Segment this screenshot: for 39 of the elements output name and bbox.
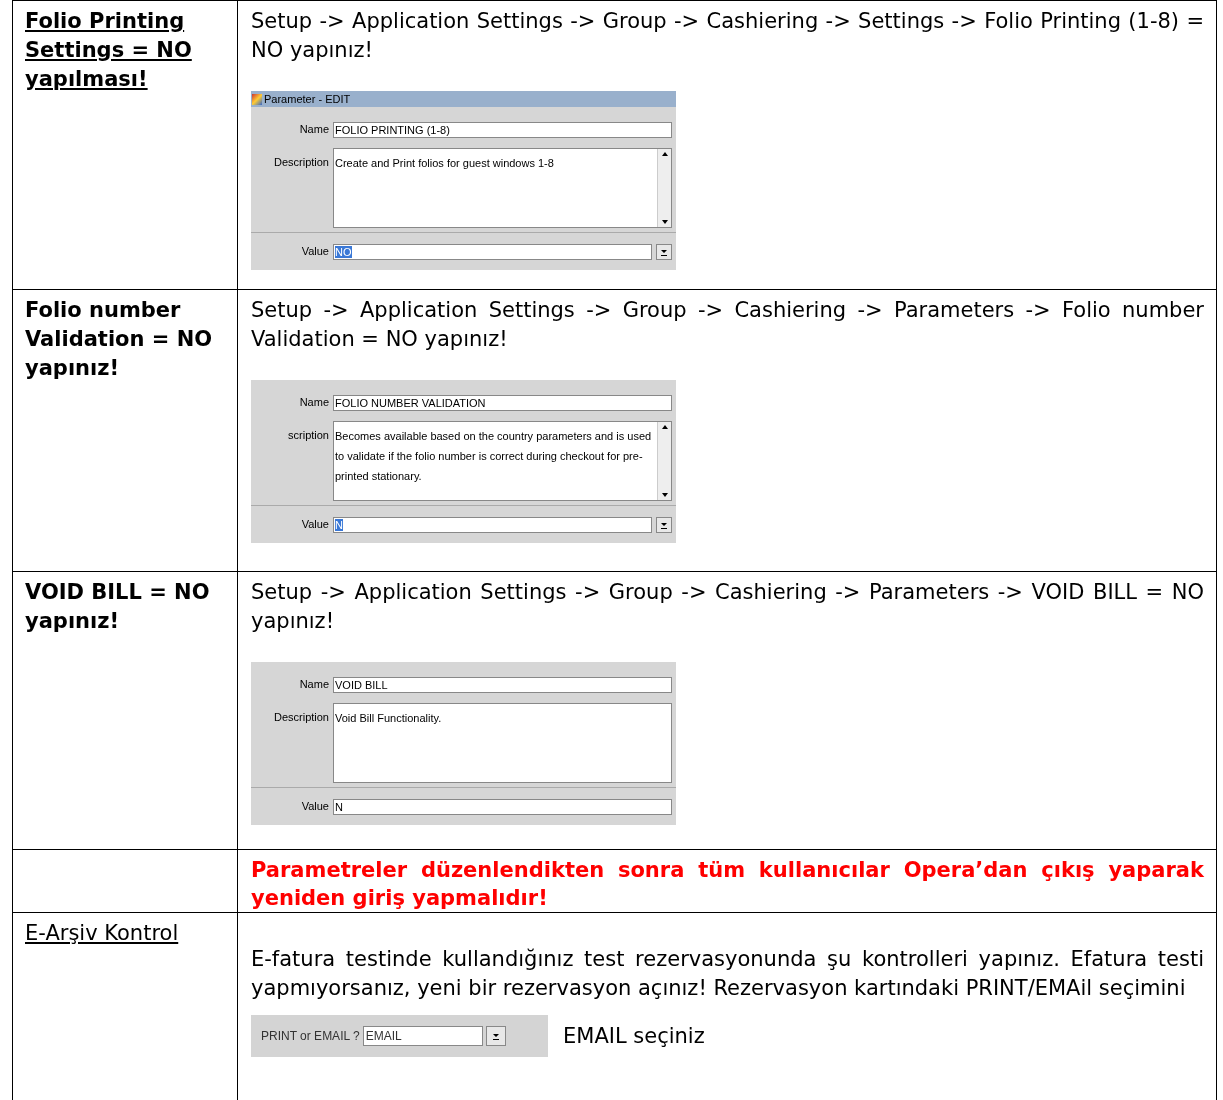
- select-field[interactable]: EMAIL: [362, 1026, 483, 1046]
- field-label: Value: [300, 244, 329, 259]
- field-label: Description: [272, 710, 329, 725]
- scrollbar[interactable]: [657, 422, 671, 500]
- value-field[interactable]: NO: [333, 243, 652, 260]
- instruction-text: Setup -> Application Settings -> Group -> Cashiering -> Parameters -> Folio number Validation = NO yapınız!: [251, 297, 1204, 353]
- window-title: Parameter - EDIT: [264, 91, 351, 107]
- dropdown-button[interactable]: [485, 1026, 506, 1046]
- name-field[interactable]: VOID BILL: [333, 676, 672, 693]
- value-field[interactable]: N: [333, 798, 672, 815]
- field-label: Value: [300, 799, 329, 814]
- row-heading: Folio number Validation = NO yapınız!: [25, 297, 214, 382]
- row-heading: E-Arşiv Kontrol: [25, 920, 180, 947]
- field-label: PRINT or EMAIL ?: [261, 1027, 360, 1045]
- field-label: Description: [272, 155, 329, 170]
- dropdown-arrow-icon[interactable]: [490, 1031, 501, 1041]
- value-text: N: [335, 800, 343, 813]
- instruction-text: Setup -> Application Settings -> Group -> Cashiering -> Parameters -> VOID BILL = NO yapınız!: [251, 579, 1204, 635]
- field-label: Value: [300, 517, 329, 532]
- field-label: Name: [298, 122, 329, 137]
- window-icon: [252, 93, 262, 105]
- row-heading: VOID BILL = NO yapınız!: [25, 579, 211, 635]
- description-field[interactable]: Void Bill Functionality.: [333, 703, 672, 783]
- note-text: EMAIL seçiniz: [563, 1022, 705, 1050]
- value-text: NO: [335, 245, 352, 258]
- value-text: N: [335, 518, 343, 531]
- description-field[interactable]: Create and Print folios for guest windows 1-8: [333, 148, 672, 228]
- field-label: Name: [298, 677, 329, 692]
- warning-text: Parametreler düzenlendikten sonra tüm kullanıcılar Opera’dan çıkış yaparak yeniden giriş yapmalıdır!: [251, 857, 1204, 912]
- description-field[interactable]: Becomes available based on the country parameters and is used to validate if the folio number is correct during checkout for pre-printed stationary.: [333, 421, 672, 501]
- scrollbar[interactable]: [657, 149, 671, 227]
- instruction-text: Setup -> Application Settings -> Group -> Cashiering -> Settings -> Folio Printing (1-8) = NO yapınız!: [251, 8, 1204, 64]
- name-field[interactable]: FOLIO PRINTING (1-8): [333, 121, 672, 138]
- field-label: scription: [287, 428, 329, 443]
- value-field[interactable]: N: [333, 516, 652, 533]
- instruction-text: E-fatura testinde kullandığınız test rezervasyonunda şu kontrolleri yapınız. Efatura testi yapmıyorsanız, yeni bir rezervasyon açınız! Rezervasyon kartındaki PRINT/EMAil seçimini: [251, 946, 1204, 1002]
- field-label: Name: [298, 395, 329, 410]
- name-field[interactable]: FOLIO NUMBER VALIDATION: [333, 394, 672, 411]
- row-heading: Folio Printing Settings = NO yapılması!: [25, 8, 193, 93]
